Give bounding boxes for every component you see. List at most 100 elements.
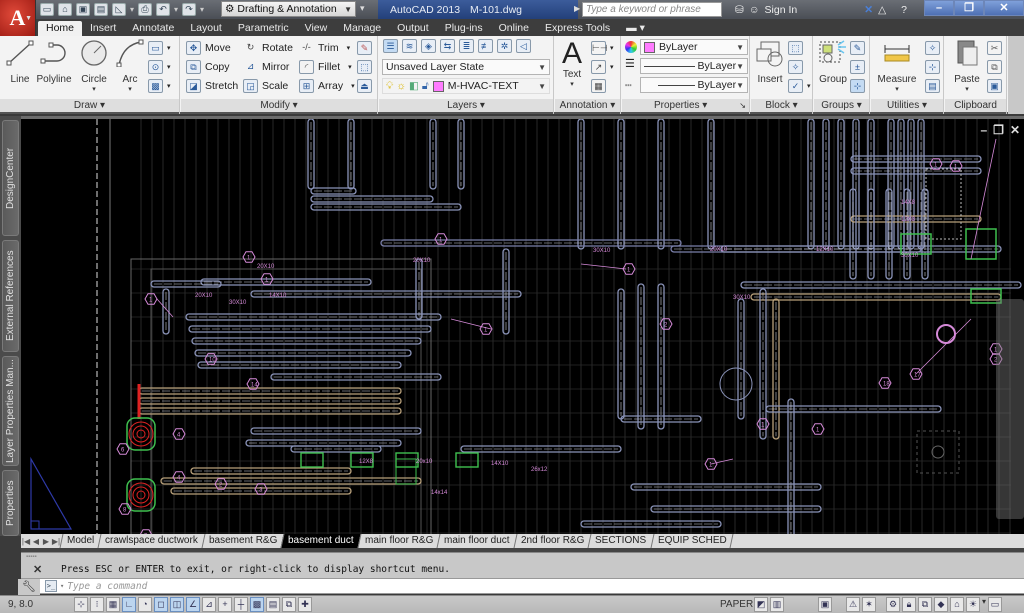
chevron-down-icon[interactable]: ▾ — [200, 5, 204, 14]
create-block-button[interactable]: ⬚ — [788, 39, 803, 57]
polyline-button[interactable]: Polyline — [34, 39, 74, 89]
quick-properties-icon[interactable]: ▤ — [266, 597, 280, 612]
circle-button[interactable]: Circle ▾ — [76, 39, 112, 93]
layout-tab-2nd-floor-rg[interactable]: 2nd floor R&G — [513, 534, 591, 548]
table-button[interactable]: ▦ — [591, 77, 606, 95]
snap-mode-icon[interactable]: ⁝ — [90, 597, 104, 612]
grip-icon[interactable]: ▪▪▪▪▪ — [26, 554, 37, 560]
palette-properties[interactable]: Properties — [2, 470, 19, 536]
dynamic-input-icon[interactable]: + — [218, 597, 232, 612]
first-layout-icon[interactable]: |◀ — [21, 537, 31, 546]
mirror-button[interactable]: ⊿ Mirror — [243, 58, 290, 76]
object-snap-tracking-icon[interactable]: ∠ — [186, 597, 200, 612]
rotate-button[interactable]: ↻ Rotate — [243, 39, 293, 57]
restore-icon[interactable]: ❐ — [954, 0, 984, 16]
save-as-icon[interactable]: ▤ — [94, 3, 108, 16]
palette-external-references[interactable]: External References — [2, 240, 19, 352]
exchange-icon[interactable]: ✕ — [864, 4, 873, 16]
paper-space-toggle[interactable]: PAPER — [720, 599, 753, 610]
save-icon[interactable]: ▣ — [76, 3, 90, 16]
panel-block-title[interactable]: Block ▾ — [751, 99, 812, 112]
layer-properties-icon[interactable]: ☰ — [383, 39, 398, 53]
maximize-viewport-icon[interactable]: ▣ — [818, 597, 832, 612]
trim-button[interactable]: -/- Trim ▾ — [299, 39, 350, 57]
panel-draw-title[interactable]: Draw ▾ — [0, 99, 179, 112]
chevron-down-icon[interactable]: ▾ — [112, 85, 148, 93]
layer-off-icon[interactable]: ◁ — [516, 39, 531, 53]
layout-tab-main-floor-rg[interactable]: main floor R&G — [357, 534, 440, 548]
quick-view-drawings-icon[interactable]: ▥ — [770, 597, 784, 612]
tab-manage[interactable]: Manage — [335, 21, 389, 36]
palette-layer-properties[interactable]: Layer Properties Man... — [2, 356, 19, 466]
panel-layers-title[interactable]: Layers ▾ — [379, 99, 553, 112]
unisolate-icon[interactable]: ⌂ — [950, 597, 964, 612]
attribute-button[interactable]: ✓ ▾ — [788, 77, 811, 95]
quick-view-layouts-icon[interactable]: ◩ — [754, 597, 768, 612]
linetype-dropdown[interactable]: ByLayer ▼ — [640, 77, 748, 93]
isolate-objects-icon[interactable]: ◆ — [934, 597, 948, 612]
workspace-switcher[interactable]: ⚙ Drafting & Annotation ▼ — [221, 1, 356, 17]
group-selection-button[interactable]: ⊹ — [850, 77, 865, 95]
palette-designcenter[interactable]: DesignCenter — [2, 120, 19, 236]
hardware-acceleration-icon[interactable]: ⧉ — [918, 597, 932, 612]
prev-layout-icon[interactable]: ◀ — [31, 537, 41, 546]
autodesk-360-icon[interactable]: △ — [878, 4, 886, 16]
infer-constraints-icon[interactable]: ⊹ — [74, 597, 88, 612]
expand-search-icon[interactable]: ▶ — [574, 4, 580, 13]
layout-tab-basement-duct[interactable]: basement duct — [280, 534, 361, 548]
line-button[interactable]: Line — [2, 39, 38, 89]
transparency-icon[interactable]: ▩ — [250, 597, 264, 612]
quick-select-button[interactable]: ✧ — [925, 39, 940, 57]
copy-base-point-button[interactable]: ▣ — [987, 77, 1002, 95]
viewport-close-icon[interactable]: ✕ — [1010, 123, 1020, 137]
chevron-down-icon[interactable]: ▾ — [982, 597, 986, 612]
chevron-down-icon[interactable]: ▾ — [174, 5, 178, 14]
tab-plug-ins[interactable]: Plug-ins — [437, 21, 491, 36]
ellipse-button[interactable]: ⊙ ▾ — [148, 58, 171, 76]
panel-groups-title[interactable]: Groups ▾ — [814, 99, 869, 112]
layer-unisolate-icon[interactable]: ⇆ — [440, 39, 455, 53]
chevron-down-icon[interactable]: ▾ — [130, 5, 134, 14]
help-icon[interactable]: ? — [901, 4, 907, 16]
tab-annotate[interactable]: Annotate — [124, 21, 182, 36]
wrench-icon[interactable]: 🔧︎ — [18, 579, 40, 595]
offset-button[interactable]: ⏏ — [357, 77, 372, 95]
panel-properties-title[interactable]: Properties ▾ ↘ — [622, 99, 749, 112]
coordinate-readout[interactable]: 9, 8.0 — [8, 599, 33, 610]
copy-clip-button[interactable]: ⧉ — [987, 58, 1002, 76]
layer-dropdown[interactable]: 💡︎ ☼ ◧ 🔓︎ M-HVAC-TEXT ▼ — [382, 78, 550, 94]
polar-tracking-icon[interactable]: ◔ — [138, 597, 152, 612]
dimension-button[interactable]: ⊢⊣ ▾ — [591, 39, 614, 57]
command-input[interactable]: >_ ▾ Type a command — [45, 580, 147, 592]
close-icon[interactable]: ✕ — [984, 0, 1024, 16]
plot-preview-icon[interactable]: ◺ — [112, 3, 126, 16]
tab-layout[interactable]: Layout — [182, 21, 230, 36]
match-properties-button[interactable]: ✎ — [357, 39, 372, 57]
drawing-area[interactable]: 20X10 30X10 20X10 14X10 20X10 30X10 20X10 30X10… — [21, 116, 1024, 534]
layout-tab-basement-rg[interactable]: basement R&G — [201, 534, 284, 548]
stretch-button[interactable]: ◪ Stretch — [186, 77, 238, 95]
calculator-button[interactable]: ▤ — [925, 77, 940, 95]
print-icon[interactable]: ⎙ — [138, 3, 153, 16]
scale-button[interactable]: ◲ Scale — [243, 77, 288, 95]
new-icon[interactable]: ▭ — [40, 3, 54, 16]
application-menu-button[interactable]: A ▼ — [0, 0, 36, 36]
explode-button[interactable]: ⬚ — [357, 58, 372, 76]
group-button[interactable]: Group — [815, 39, 851, 89]
arc-button[interactable]: Arc ▾ — [112, 39, 148, 93]
rectangle-button[interactable]: ▭ ▾ — [148, 39, 171, 57]
annotation-monitor-icon[interactable]: ✚ — [298, 597, 312, 612]
panel-utilities-title[interactable]: Utilities ▾ — [871, 99, 943, 112]
tab-insert[interactable]: Insert — [82, 21, 124, 36]
layer-states-icon[interactable]: ≋ — [402, 39, 417, 53]
hatch-button[interactable]: ▩ ▾ — [148, 77, 171, 95]
workspace-switching-icon[interactable]: ⚙ — [886, 597, 900, 612]
lineweight-toggle-icon[interactable]: ┼ — [234, 597, 248, 612]
open-icon[interactable]: ⌂ — [58, 3, 72, 16]
layer-freeze-icon[interactable]: ✲ — [497, 39, 512, 53]
layer-state-dropdown[interactable]: Unsaved Layer State ▼ — [382, 59, 550, 75]
layout-tab-equip-sched[interactable]: EQUIP SCHED — [650, 534, 733, 548]
cut-button[interactable]: ✂ — [987, 39, 1002, 57]
search-input[interactable]: Type a keyword or phrase — [582, 2, 722, 17]
object-snap-icon[interactable]: ◻ — [154, 597, 168, 612]
